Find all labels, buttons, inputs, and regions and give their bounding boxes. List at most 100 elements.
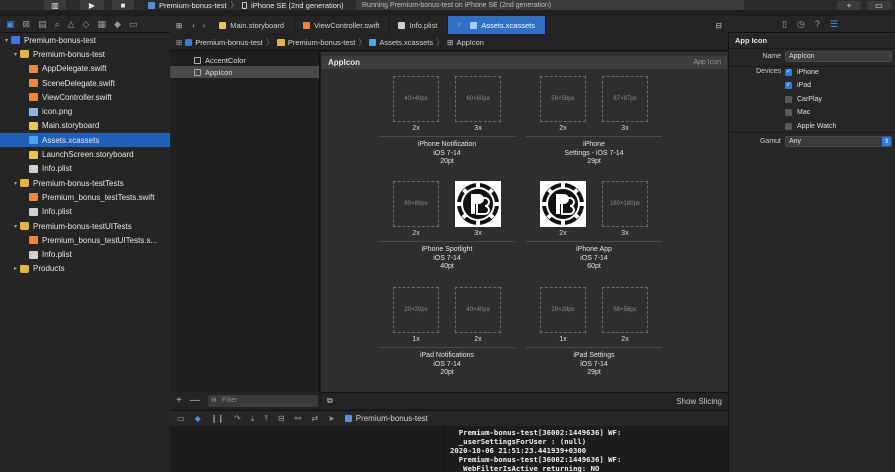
asset-name-field[interactable]: AppIcon (785, 51, 892, 62)
source-control-icon[interactable]: ⊠ (23, 19, 31, 30)
scheme-selector[interactable]: Premium-bonus-test 〉 iPhone SE (2nd gene… (148, 0, 344, 10)
empty-icon-slot[interactable]: 87×87px (602, 76, 648, 122)
view-debugger-icon[interactable]: ⊟ (278, 414, 285, 423)
step-into-icon[interactable]: ⤓ (251, 414, 255, 424)
find-navigator-icon[interactable]: ⌕ (55, 19, 60, 30)
gamut-select[interactable]: Any ⇕ (785, 136, 892, 147)
run-button[interactable]: ▶ (80, 0, 104, 10)
navigator-item[interactable]: ▾ Premium-bonus-test (0, 33, 170, 47)
empty-icon-slot[interactable]: 180×180px (602, 181, 648, 227)
environment-overrides-icon[interactable]: ⇄ (311, 414, 318, 423)
jump-item-appicon[interactable]: AppIcon (456, 38, 484, 47)
forward-button[interactable]: › (199, 16, 212, 34)
navigator-item[interactable]: Info.plist (0, 247, 170, 261)
app-icon-image[interactable] (455, 181, 501, 227)
asset-filter-input[interactable]: ⊖ Filter (207, 394, 318, 407)
disclosure-triangle-icon[interactable]: ▾ (11, 51, 20, 58)
test-navigator-icon[interactable]: ◇ (83, 19, 90, 30)
tab-assets-xcassets[interactable]: ✕ Assets.xcassets (448, 16, 546, 34)
memory-graph-icon[interactable]: ⚯ (295, 414, 302, 423)
navigator-item[interactable]: icon.png (0, 104, 170, 118)
tab-main-storyboard[interactable]: Main.storyboard (211, 16, 296, 34)
device-checkbox-row[interactable]: ✓ iPhone (785, 67, 819, 77)
tab-grid-button[interactable]: ⊞ (170, 16, 188, 34)
empty-icon-slot[interactable]: 20×20px (393, 287, 439, 333)
navigator-item[interactable]: AppDelegate.swift (0, 62, 170, 76)
checkbox-checked-icon[interactable]: ✓ (785, 82, 792, 89)
asset-item-appicon[interactable]: AppIcon (170, 66, 319, 78)
jump-item-folder[interactable]: Premium-bonus-test (288, 38, 356, 47)
disclosure-triangle-icon[interactable]: ▸ (11, 265, 20, 272)
quick-help-icon[interactable]: ? (815, 19, 820, 29)
device-checkbox-row[interactable]: Apple Watch (785, 121, 836, 131)
symbol-navigator-icon[interactable]: ▤ (38, 19, 47, 30)
navigator-item[interactable]: Assets.xcassets (0, 133, 170, 148)
checkbox-checked-icon[interactable]: ✓ (785, 68, 792, 76)
navigator-item[interactable]: Main.storyboard (0, 119, 170, 133)
checkbox-unchecked-icon[interactable] (785, 95, 792, 103)
debug-bar: ▭ ◆ ❙❙ ↷ ⤓ ⤒ ⊟ ⚯ ⇄ ➤ Premium-bonus-test (170, 410, 728, 426)
inspector-toggle-button[interactable]: ▭ (867, 0, 891, 10)
remove-asset-button[interactable]: — (190, 395, 200, 406)
navigator-item[interactable]: ▾ Premium-bonus-test (0, 47, 170, 61)
sidebar-toggle-button[interactable]: ▥ (44, 0, 66, 10)
console-output[interactable]: Premium-bonus-test[36002:1449636] WF: _u… (446, 426, 728, 472)
pause-icon[interactable]: ❙❙ (211, 414, 224, 423)
tab-info-plist[interactable]: Info.plist (390, 16, 449, 34)
close-icon[interactable]: ✕ (456, 21, 462, 29)
history-inspector-icon[interactable]: ◷ (797, 19, 805, 30)
library-button[interactable]: + (837, 0, 861, 10)
breakpoints-toggle-icon[interactable]: ◆ (195, 414, 201, 423)
location-icon[interactable]: ➤ (328, 414, 335, 423)
split-editor-button[interactable]: ⊟ (710, 16, 728, 34)
checkbox-unchecked-icon[interactable] (785, 122, 792, 130)
back-button[interactable]: ‹ (188, 16, 199, 34)
stop-button[interactable]: ■ (112, 0, 134, 10)
app-icon-image[interactable] (540, 181, 586, 227)
navigator-item[interactable]: ▾ Premium-bonus-testUITests (0, 219, 170, 233)
breakpoint-navigator-icon[interactable]: ◆ (114, 19, 121, 30)
appicon-set-header[interactable]: AppIcon App Icon (322, 56, 727, 69)
related-items-icon[interactable]: ⊞ (176, 38, 182, 47)
empty-icon-slot[interactable]: 58×58px (602, 287, 648, 333)
navigator-item[interactable]: LaunchScreen.storyboard (0, 147, 170, 161)
navigator-item-label: icon.png (42, 107, 73, 117)
report-navigator-icon[interactable]: ▭ (129, 19, 138, 30)
navigator-item[interactable]: SceneDelegate.swift (0, 76, 170, 90)
attributes-inspector-icon[interactable]: ☰ (830, 19, 838, 30)
empty-icon-slot[interactable]: 40×40px (455, 287, 501, 333)
folder-navigator-icon[interactable]: ▣ (6, 19, 15, 30)
checkbox-unchecked-icon[interactable] (785, 109, 792, 116)
navigator-item[interactable]: Info.plist (0, 162, 170, 176)
jump-item-project[interactable]: Premium-bonus-test (195, 38, 263, 47)
empty-icon-slot[interactable]: 58×58px (540, 76, 586, 122)
disclosure-triangle-icon[interactable]: ▾ (2, 37, 11, 44)
empty-icon-slot[interactable]: 80×80px (393, 181, 439, 227)
debug-navigator-icon[interactable]: ▦ (97, 19, 106, 30)
navigator-item[interactable]: Premium_bonus_testUITests.s... (0, 233, 170, 247)
add-asset-button[interactable]: + (176, 395, 182, 406)
show-library-icon[interactable]: ⧉ (327, 396, 333, 406)
navigator-item[interactable]: ▸ Products (0, 262, 170, 276)
step-over-icon[interactable]: ↷ (234, 414, 241, 423)
navigator-item[interactable]: ▾ Premium-bonus-testTests (0, 176, 170, 190)
disclosure-triangle-icon[interactable]: ▾ (11, 180, 20, 187)
device-checkbox-row[interactable]: Mac (785, 108, 810, 118)
empty-icon-slot[interactable]: 29×29px (540, 287, 586, 333)
device-checkbox-row[interactable]: CarPlay (785, 94, 822, 104)
empty-icon-slot[interactable]: 40×40px (393, 76, 439, 122)
file-inspector-icon[interactable]: ▯ (782, 19, 787, 30)
navigator-item[interactable]: Info.plist (0, 205, 170, 219)
disclosure-triangle-icon[interactable]: ▾ (11, 223, 20, 230)
jump-item-assets[interactable]: Assets.xcassets (379, 38, 433, 47)
issue-navigator-icon[interactable]: △ (68, 19, 75, 30)
empty-icon-slot[interactable]: 60×60px (455, 76, 501, 122)
navigator-item[interactable]: Premium_bonus_testTests.swift (0, 190, 170, 204)
show-slicing-button[interactable]: Show Slicing (676, 397, 722, 406)
tab-viewcontroller-swift[interactable]: ViewController.swift (295, 16, 391, 34)
asset-item-accentcolor[interactable]: AccentColor (170, 54, 319, 66)
device-checkbox-row[interactable]: ✓ iPad (785, 81, 811, 91)
hide-debug-area-icon[interactable]: ▭ (177, 414, 185, 423)
step-out-icon[interactable]: ⤒ (264, 414, 268, 424)
navigator-item[interactable]: ViewController.swift (0, 90, 170, 104)
